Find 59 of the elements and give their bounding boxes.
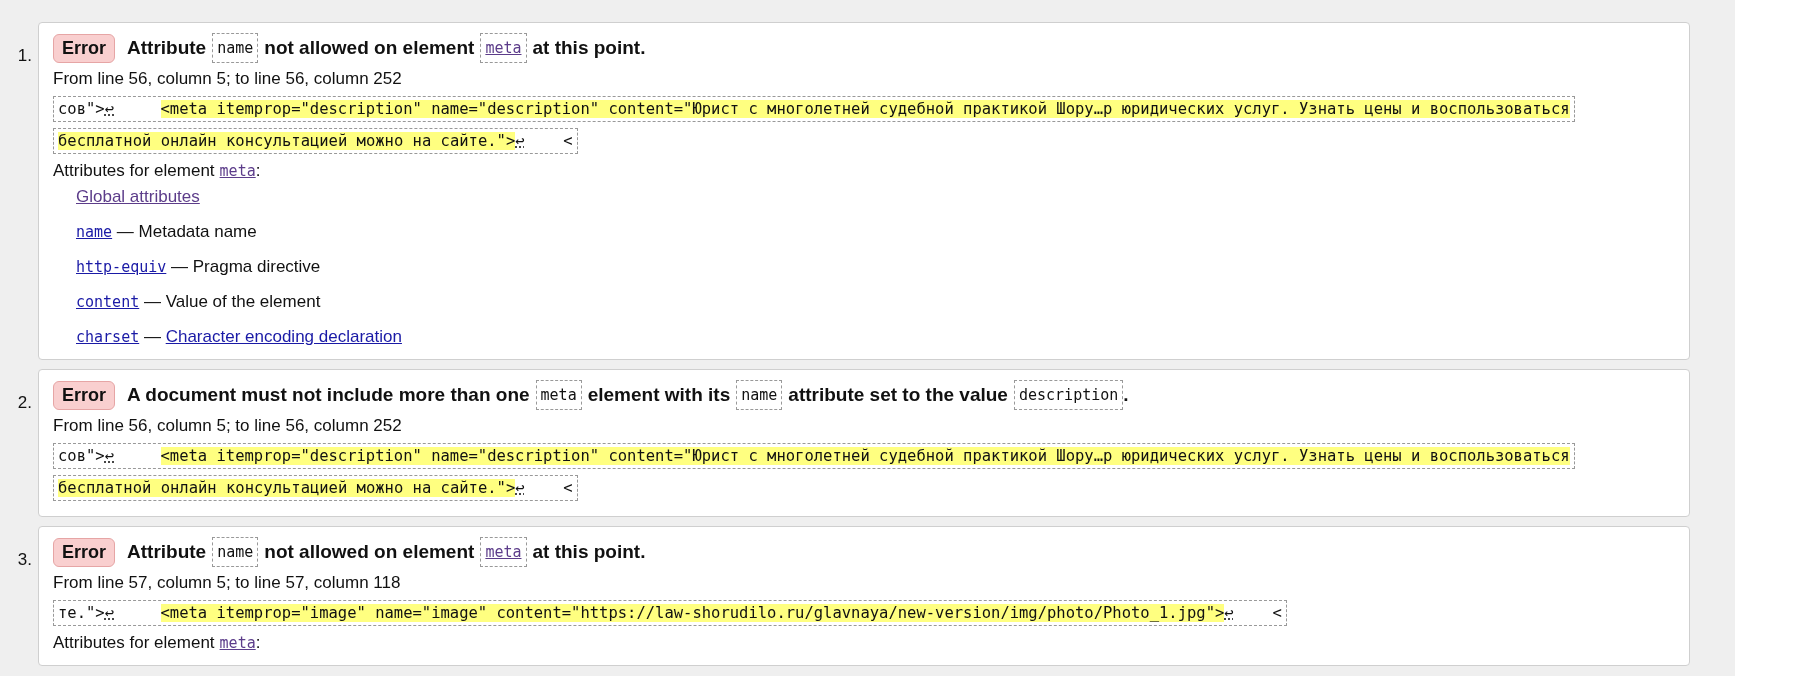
attribute-description: — Metadata name	[116, 222, 257, 241]
attribute-name-link[interactable]: http-equiv	[76, 258, 167, 276]
attributes-heading: Attributes for element	[53, 161, 215, 180]
title-text: element with its	[587, 384, 731, 406]
code-term: description	[1013, 380, 1124, 410]
attributes-heading: :	[255, 633, 261, 652]
title-text: at this point.	[532, 37, 646, 59]
line-break-mark: ↩	[515, 132, 525, 150]
attributes-heading: :	[255, 161, 261, 180]
title-text: .	[1123, 384, 1129, 406]
code-term: name	[212, 33, 259, 63]
highlighted-code: <meta itemprop="image" name="image" content="https://law-shorudilo.ru/glavnaya/new-version/img/photo/Photo_1.jpg">	[160, 604, 1225, 622]
location-text: From line 56, column 5; to line 56, column 252	[53, 416, 403, 436]
context-code: сов">	[58, 100, 105, 118]
message-number: 2.	[16, 392, 33, 413]
context-code: те.">	[58, 604, 105, 622]
message-number: 3.	[16, 549, 33, 570]
title-text: Attribute	[127, 37, 207, 59]
context-code: <	[1272, 604, 1282, 622]
error-badge: Error	[53, 537, 115, 567]
line-break-mark: ↩	[1224, 604, 1234, 622]
attribute-name-link[interactable]: content	[76, 293, 140, 311]
attributes-heading: Attributes for element	[53, 633, 215, 652]
code-term: name	[212, 537, 259, 567]
attribute-description: — Pragma directive	[171, 257, 321, 276]
highlighted-code: бесплатной онлайн консультацией можно на сайте.">	[58, 132, 516, 150]
code-link[interactable]: meta	[480, 537, 527, 567]
attribute-link[interactable]: Global attributes	[76, 187, 200, 206]
highlighted-code: <meta itemprop="description" name="description" content="Юрист с многолетней судебной практикой Шору…р юридических услуг. Узнать цены и воспользоваться	[160, 100, 1570, 118]
attribute-description: — Value of the element	[143, 292, 321, 311]
code-link[interactable]: meta	[219, 634, 256, 652]
code-link[interactable]: meta	[480, 33, 527, 63]
error-badge: Error	[53, 380, 115, 410]
context-code: <	[563, 479, 573, 497]
dash-separator: —	[143, 327, 161, 346]
attribute-name-link[interactable]: name	[76, 223, 113, 241]
title-text: Attribute	[127, 541, 207, 563]
line-break-mark: ↩	[104, 100, 114, 118]
location-text: From line 56, column 5; to line 56, column 252	[53, 69, 403, 89]
line-break-mark: ↩	[515, 479, 525, 497]
code-term: name	[736, 380, 783, 410]
context-code: <	[563, 132, 573, 150]
highlighted-code: бесплатной онлайн консультацией можно на сайте.">	[58, 479, 516, 497]
highlighted-code: <meta itemprop="description" name="description" content="Юрист с многолетней судебной практикой Шору…р юридических услуг. Узнать цены и воспользоваться	[160, 447, 1570, 465]
attribute-name-link[interactable]: charset	[76, 328, 140, 346]
error-badge: Error	[53, 33, 115, 63]
line-break-mark: ↩	[104, 447, 114, 465]
attribute-link[interactable]: Character encoding declaration	[165, 327, 402, 346]
title-text: attribute set to the value	[788, 384, 1008, 406]
title-text: A document must not include more than one	[127, 384, 530, 406]
code-link[interactable]: meta	[219, 162, 256, 180]
title-text: not allowed on element	[264, 541, 475, 563]
title-text: at this point.	[532, 541, 646, 563]
location-text: From line 57, column 5; to line 57, column 118	[53, 573, 402, 593]
message-number: 1.	[16, 45, 33, 66]
title-text: not allowed on element	[264, 37, 475, 59]
line-break-mark: ↩	[104, 604, 114, 622]
code-term: meta	[535, 380, 582, 410]
context-code: сов">	[58, 447, 105, 465]
